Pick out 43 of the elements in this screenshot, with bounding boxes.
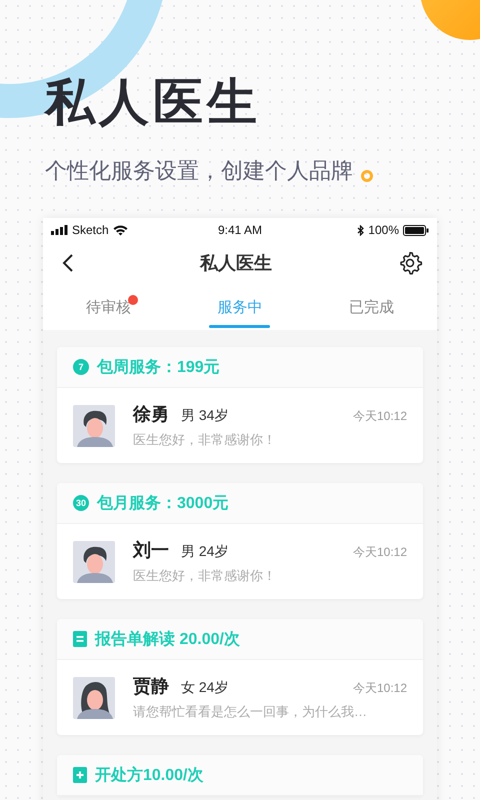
message-time: 今天10:12: [352, 408, 407, 425]
service-title: 包周服务：199元: [97, 358, 220, 378]
avatar-icon: [73, 676, 115, 718]
service-card[interactable]: 30 包月服务：3000元 刘一 男 24岁 今天10:12 医生您好，非常感谢你！: [57, 483, 423, 599]
service-title: 报告单解读 20.00/次: [95, 629, 240, 650]
service-card[interactable]: 开处方10.00/次: [57, 755, 423, 796]
carrier-label: Sketch: [72, 223, 109, 237]
service-card[interactable]: 7 包周服务：199元 徐勇 男 34岁 今天10:12 医生您好，非常感谢你！: [57, 347, 423, 463]
message-preview: 医生您好，非常感谢你！: [133, 567, 277, 585]
ring-dot-icon: [361, 170, 373, 182]
tab[interactable]: 已完成: [306, 284, 437, 330]
document-icon: [73, 631, 87, 647]
patient-name: 贾静: [133, 675, 169, 698]
number-badge: 7: [73, 359, 89, 375]
message-time: 今天10:12: [352, 544, 407, 561]
bluetooth-icon: [357, 224, 364, 236]
number-badge: 30: [73, 495, 89, 511]
service-card[interactable]: 报告单解读 20.00/次 贾静 女 24岁 今天10:12 请您帮忙看看是怎么一回事，为什么我…: [57, 619, 423, 735]
back-icon[interactable]: [61, 253, 75, 273]
avatar-icon: [73, 540, 115, 582]
message-preview: 医生您好，非常感谢你！: [133, 431, 277, 449]
battery-label: 100%: [368, 223, 399, 237]
tab[interactable]: 服务中: [174, 284, 306, 330]
service-title: 开处方10.00/次: [95, 765, 204, 786]
clock-label: 9:41 AM: [218, 223, 262, 237]
patient-name: 刘一: [133, 539, 169, 562]
battery-icon: [403, 224, 429, 236]
avatar-icon: [73, 404, 115, 446]
headline: 私人医生: [45, 73, 262, 132]
plus-icon: [73, 767, 87, 783]
wifi-icon: [112, 224, 128, 236]
message-time: 今天10:12: [352, 680, 407, 697]
patient-info: 女 24岁: [181, 679, 228, 697]
service-title: 包月服务：3000元: [97, 494, 229, 514]
nav-title: 私人医生: [200, 252, 272, 275]
patient-info: 男 24岁: [181, 543, 228, 561]
message-preview: 请您帮忙看看是怎么一回事，为什么我…: [133, 703, 368, 721]
subtitle: 个性化服务设置，创建个人品牌: [45, 157, 353, 185]
patient-name: 徐勇: [133, 403, 169, 426]
tab-underline: [209, 325, 270, 328]
tab[interactable]: 待审核: [43, 284, 174, 330]
signal-icon: [51, 225, 68, 235]
patient-info: 男 34岁: [181, 407, 228, 425]
